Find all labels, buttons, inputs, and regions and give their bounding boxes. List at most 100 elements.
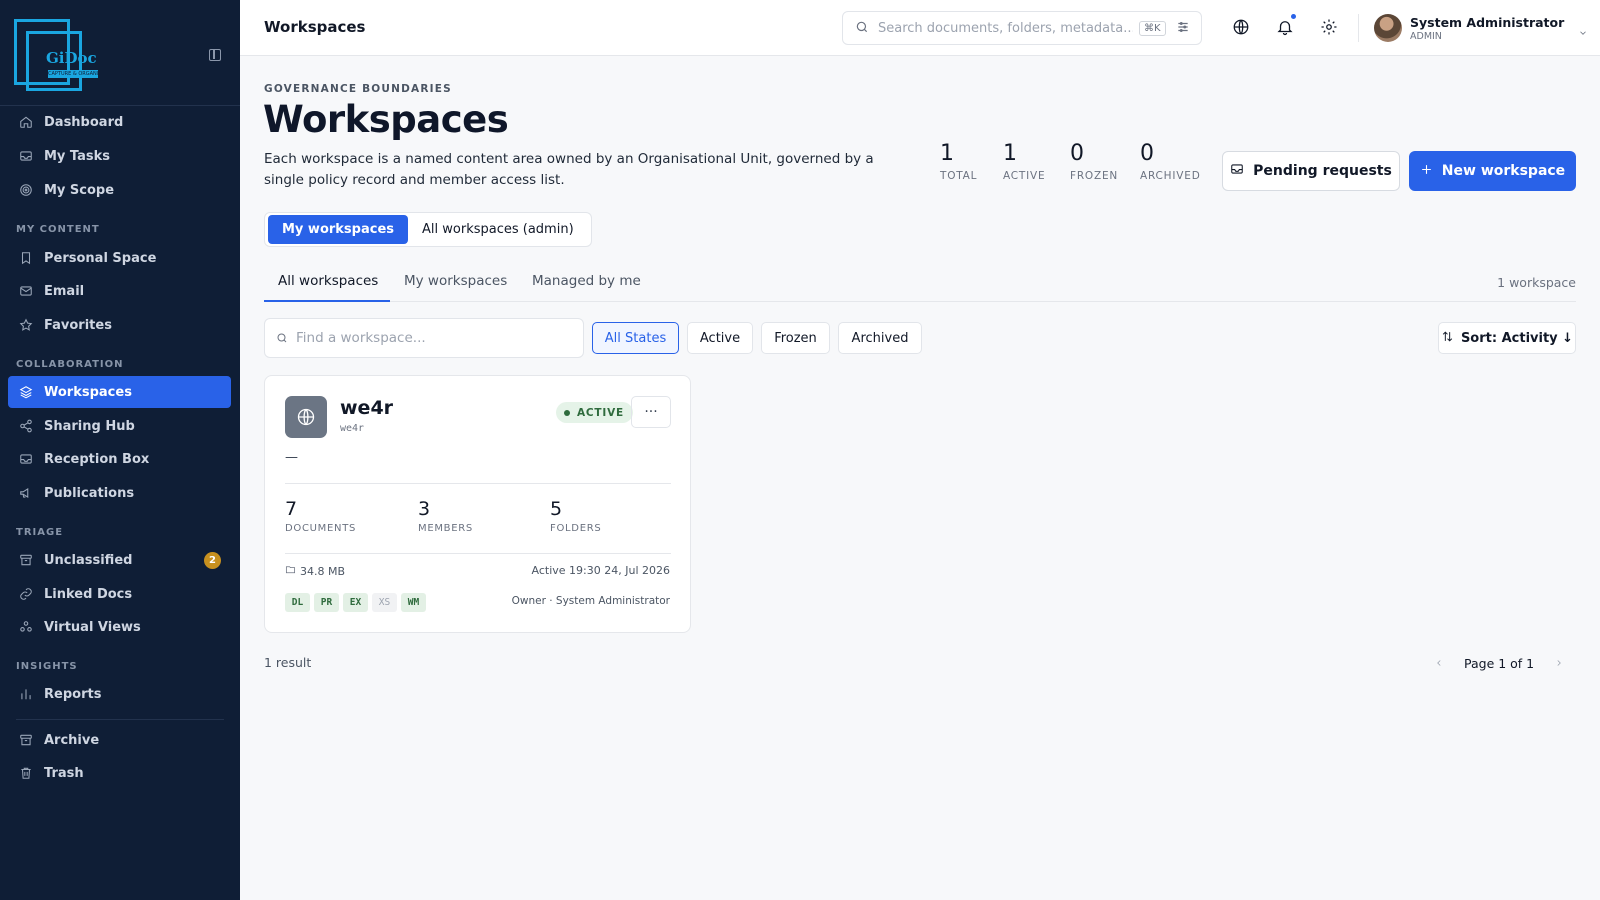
filter-all-states[interactable]: All States (592, 322, 679, 354)
new-workspace-button[interactable]: New workspace (1409, 151, 1576, 191)
scope-my-workspaces[interactable]: My workspaces (268, 215, 409, 244)
tab-managed-by-me[interactable]: Managed by me (532, 273, 641, 289)
sidebar-item-reception-box[interactable]: Reception Box (8, 443, 231, 475)
filter-active[interactable]: Active (687, 322, 753, 354)
workspace-size-value: 34.8 MB (300, 564, 346, 578)
metric-label: FOLDERS (550, 523, 602, 534)
gear-icon[interactable] (1320, 18, 1340, 38)
sidebar-divider (16, 719, 224, 720)
bell-icon[interactable] (1276, 14, 1296, 38)
logo-area: GiDoc CAPTURE & ORGANISE (0, 0, 240, 106)
target-icon (19, 183, 33, 197)
header-title: Workspaces (264, 18, 366, 36)
sidebar-item-workspaces[interactable]: Workspaces (8, 376, 231, 408)
brand-logo[interactable]: GiDoc CAPTURE & ORGANISE (14, 19, 98, 91)
sidebar-item-my-tasks[interactable]: My Tasks (8, 140, 231, 172)
sidebar-item-archive[interactable]: Archive (8, 724, 231, 756)
sidebar-item-label: Email (44, 283, 85, 299)
tab-my-workspaces[interactable]: My workspaces (404, 273, 507, 289)
archive-box-icon (19, 733, 33, 747)
chevron-down-icon (1578, 23, 1588, 35)
sidebar-item-personal-space[interactable]: Personal Space (8, 242, 231, 274)
sidebar-item-trash[interactable]: Trash (8, 757, 231, 789)
collapse-sidebar-icon[interactable] (209, 49, 221, 61)
sidebar-item-linked-docs[interactable]: Linked Docs (8, 578, 231, 610)
workspace-description: — (285, 450, 298, 465)
sidebar-item-label: Trash (44, 765, 84, 781)
tab-all-workspaces[interactable]: All workspaces (278, 273, 378, 289)
sidebar-item-label: Unclassified (44, 552, 133, 568)
workspace-card[interactable]: we4r we4r ACTIVE ··· — 7 DOCUMENTS 3 MEM… (264, 375, 691, 633)
pending-requests-label: Pending requests (1253, 163, 1392, 179)
link-icon (19, 587, 33, 601)
megaphone-icon (19, 486, 33, 500)
home-icon (19, 115, 33, 129)
search-shortcut: ⌘K (1139, 20, 1166, 36)
section-triage: TRIAGE (16, 527, 64, 538)
permission-badge: WM (401, 593, 426, 612)
find-workspace-field[interactable] (264, 318, 584, 358)
stat-label: ARCHIVED (1140, 170, 1201, 182)
brand-name: GiDoc (46, 49, 97, 67)
user-name: System Administrator (1410, 14, 1565, 30)
workspace-owner: Owner · System Administrator (511, 595, 670, 607)
status-dot (564, 409, 570, 416)
filter-archived[interactable]: Archived (838, 322, 922, 354)
sidebar-item-label: Archive (44, 732, 100, 748)
folder-icon (285, 564, 300, 578)
archive-box-icon (19, 553, 33, 567)
status-label: ACTIVE (577, 406, 624, 419)
stat-archived: 0 ARCHIVED (1140, 141, 1201, 182)
chevron-left-icon[interactable] (1432, 656, 1446, 670)
sidebar-item-virtual-views[interactable]: Virtual Views (8, 611, 231, 643)
pagination: Page 1 of 1 (1432, 653, 1566, 673)
metric-value: 3 (418, 498, 431, 520)
workspace-size: 34.8 MB (285, 564, 345, 578)
globe-icon (285, 396, 327, 438)
notification-dot (1291, 14, 1296, 19)
sidebar-item-my-scope[interactable]: My Scope (8, 174, 231, 206)
sidebar-item-dashboard[interactable]: Dashboard (8, 106, 231, 138)
globe-icon[interactable] (1232, 18, 1252, 38)
scope-all-workspaces-admin[interactable]: All workspaces (admin) (408, 215, 588, 244)
pending-requests-button[interactable]: Pending requests (1222, 151, 1400, 191)
status-badge: ACTIVE (556, 402, 633, 423)
sidebar-item-label: Linked Docs (44, 586, 133, 602)
stat-value: 1 (1003, 141, 1017, 166)
avatar (1374, 14, 1402, 42)
sidebar-item-unclassified[interactable]: Unclassified 2 (8, 544, 231, 576)
stat-label: TOTAL (940, 170, 978, 182)
plus-icon (1420, 163, 1442, 180)
sidebar-item-favorites[interactable]: Favorites (8, 309, 231, 341)
workspace-name[interactable]: we4r (340, 397, 393, 419)
stat-label: FROZEN (1070, 170, 1119, 182)
filter-frozen[interactable]: Frozen (761, 322, 830, 354)
metric-documents: 7 DOCUMENTS (285, 498, 356, 534)
sidebar-item-publications[interactable]: Publications (8, 477, 231, 509)
filter-sliders-icon[interactable] (1176, 19, 1190, 38)
section-insights: INSIGHTS (16, 661, 78, 672)
sort-button[interactable]: Sort: Activity ↓ (1438, 322, 1576, 354)
sidebar-item-label: Dashboard (44, 114, 124, 130)
sidebar-item-reports[interactable]: Reports (8, 678, 231, 710)
user-menu[interactable]: System Administrator ADMIN (1374, 12, 1588, 44)
sidebar-item-label: Reports (44, 686, 102, 702)
find-workspace-input[interactable] (296, 330, 576, 346)
metric-value: 5 (550, 498, 563, 520)
star-icon (19, 318, 33, 332)
more-actions-button[interactable]: ··· (631, 396, 671, 428)
stat-active: 1 ACTIVE (1003, 141, 1045, 182)
inbox-icon (19, 452, 33, 466)
chevron-right-icon[interactable] (1552, 656, 1566, 670)
sidebar-item-sharing-hub[interactable]: Sharing Hub (8, 410, 231, 442)
search-icon (276, 329, 288, 348)
search-icon (855, 19, 869, 38)
sidebar-item-email[interactable]: Email (8, 275, 231, 307)
section-collaboration: COLLABORATION (16, 359, 124, 370)
unclassified-count-badge: 2 (204, 552, 221, 569)
new-workspace-label: New workspace (1441, 163, 1566, 179)
workspace-activity: Active 19:30 24, Jul 2026 (531, 564, 670, 577)
page-description: Each workspace is a named content area o… (264, 151, 874, 188)
global-search-input[interactable]: Search documents, folders, metadata... ⌘… (842, 11, 1202, 45)
section-my-content: MY CONTENT (16, 224, 100, 235)
